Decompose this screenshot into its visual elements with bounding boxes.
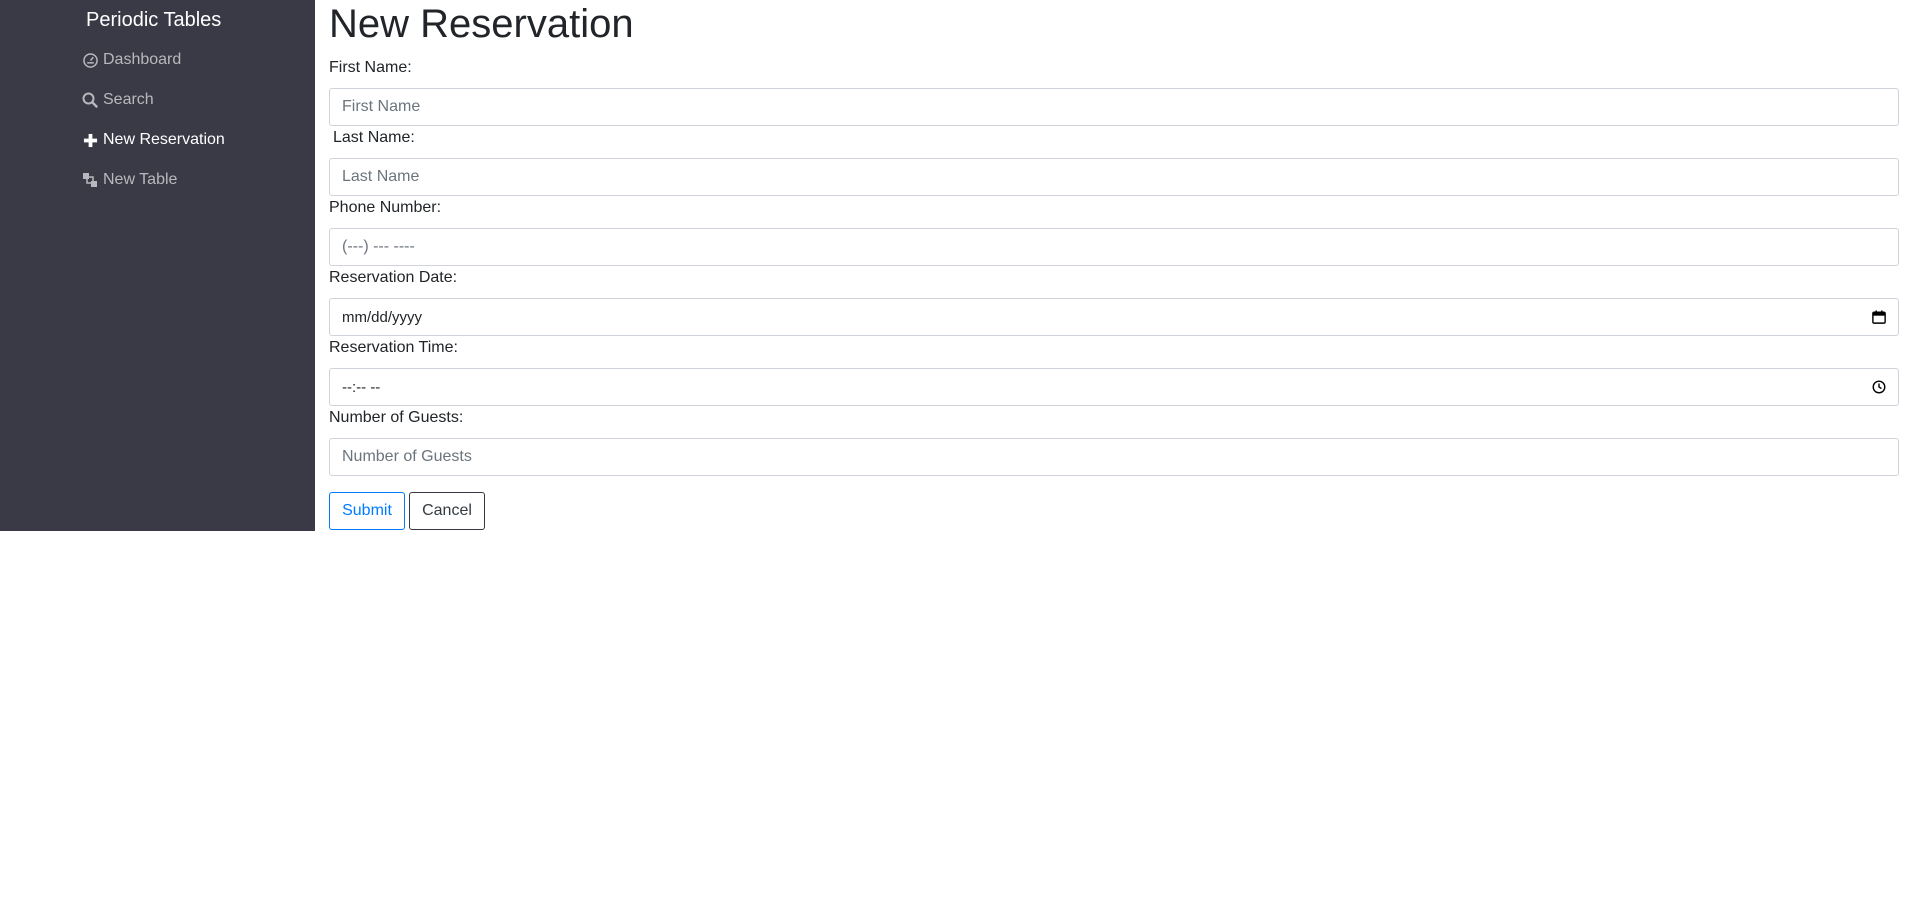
search-icon [82, 92, 98, 108]
phone-number-label: Phone Number: [329, 199, 442, 216]
dashboard-icon [82, 52, 98, 68]
number-of-guests-input[interactable] [329, 438, 1899, 476]
cancel-button[interactable]: Cancel [409, 492, 485, 530]
layers-icon [82, 172, 98, 188]
reservation-date-label: Reservation Date: [329, 269, 458, 286]
first-name-input[interactable] [329, 88, 1899, 126]
brand-title[interactable]: Periodic Tables [86, 8, 221, 32]
reservation-date-value: mm/dd/yyyy [342, 308, 423, 326]
clock-icon[interactable] [1872, 380, 1886, 394]
calendar-icon[interactable] [1872, 310, 1886, 324]
sidebar-item-search[interactable]: Search [82, 88, 154, 112]
page-title: New Reservation [329, 2, 634, 46]
sidebar-item-dashboard[interactable]: Dashboard [82, 48, 181, 72]
reservation-time-value: --:-- -- [342, 378, 381, 396]
reservation-time-label: Reservation Time: [329, 339, 458, 356]
last-name-label: Last Name: [333, 129, 415, 146]
sidebar-item-label: Dashboard [103, 51, 182, 68]
reservation-time-input[interactable]: --:-- -- [329, 368, 1899, 406]
sidebar-item-label: New Table [103, 171, 178, 188]
phone-number-input[interactable] [329, 228, 1899, 266]
sidebar-item-label: New Reservation [103, 131, 225, 148]
sidebar-item-label: Search [103, 91, 154, 108]
number-of-guests-label: Number of Guests: [329, 409, 464, 426]
sidebar-item-new-reservation[interactable]: New Reservation [82, 128, 225, 152]
sidebar: Periodic Tables Dashboard Search New Res… [0, 0, 315, 531]
first-name-label: First Name: [329, 59, 412, 76]
last-name-input[interactable] [329, 158, 1899, 196]
submit-button[interactable]: Submit [329, 492, 405, 530]
reservation-date-input[interactable]: mm/dd/yyyy [329, 298, 1899, 336]
plus-icon [82, 132, 98, 148]
sidebar-item-new-table[interactable]: New Table [82, 168, 177, 192]
